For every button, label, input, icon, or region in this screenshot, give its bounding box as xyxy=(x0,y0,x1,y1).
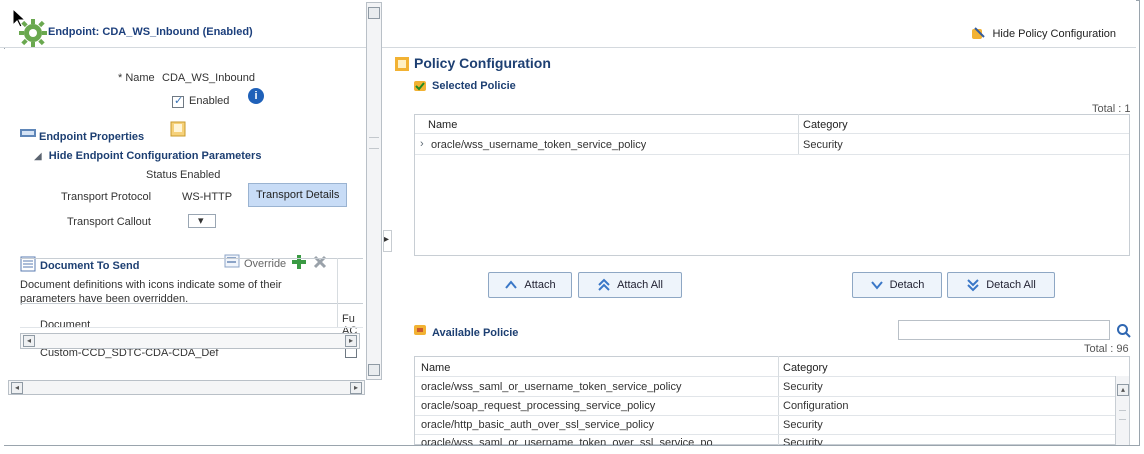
available-table-row-line xyxy=(415,415,1115,416)
available-total: Total : 96 xyxy=(1084,343,1129,355)
transport-details-label: Transport Details xyxy=(256,189,340,201)
available-table-column-divider xyxy=(778,356,779,445)
header-bar: Endpoint: CDA_WS_Inbound (Enabled) Hide … xyxy=(0,0,1136,48)
hide-endpoint-config-link[interactable]: ◢ Hide Endpoint Configuration Parameters xyxy=(34,150,261,162)
selected-table-row-line xyxy=(415,154,1129,155)
selected-policies-table xyxy=(414,114,1130,256)
attach-all-button[interactable]: Attach All xyxy=(578,272,682,298)
down-arrow-icon[interactable] xyxy=(368,364,380,376)
detach-all-icon xyxy=(966,278,980,292)
left-arrow-icon[interactable]: ◂ xyxy=(11,382,23,394)
endpoint-properties-heading: Endpoint Properties xyxy=(39,131,145,143)
transport-protocol-value: WS-HTTP xyxy=(182,191,233,203)
selected-name-column-header: Name xyxy=(428,119,458,131)
attach-button[interactable]: Attach xyxy=(488,272,572,298)
available-policy-row-category: Configuration xyxy=(783,400,849,412)
name-value: CDA_WS_Inbound xyxy=(162,72,255,84)
status-value: Enabled xyxy=(180,169,221,181)
available-policies-heading: Available Policie xyxy=(432,327,519,339)
available-policy-row-name[interactable]: oracle/wss_saml_or_username_token_over_s… xyxy=(421,437,775,445)
up-arrow-icon[interactable]: ▴ xyxy=(1117,384,1129,396)
available-policies-icon xyxy=(414,325,426,335)
document-table-header xyxy=(20,258,363,304)
policy-icon xyxy=(972,27,986,39)
info-icon[interactable]: i xyxy=(248,88,264,104)
detach-all-label: Detach All xyxy=(986,279,1036,291)
available-policies-search-input[interactable] xyxy=(898,320,1110,340)
panel-toggle-button[interactable] xyxy=(383,230,392,252)
transport-callout-label: Transport Callout xyxy=(67,216,151,228)
attach-all-label: Attach All xyxy=(617,279,663,291)
selected-table-header-line xyxy=(415,133,1129,134)
triangle-down-icon: ◢ xyxy=(34,151,42,162)
detach-label: Detach xyxy=(889,279,925,291)
available-policy-row-name[interactable]: oracle/wss_saml_or_username_token_servic… xyxy=(421,381,775,393)
available-policy-row-category: Security xyxy=(783,381,823,393)
enabled-label: Enabled xyxy=(189,95,230,107)
name-label: * Name xyxy=(118,72,155,84)
selected-policies-heading: Selected Policie xyxy=(432,80,516,92)
available-policy-row-category: Security xyxy=(783,437,823,445)
policy-configuration-icon xyxy=(395,57,409,71)
available-name-column-header: Name xyxy=(421,362,451,374)
selected-policies-icon xyxy=(414,81,426,91)
scrollbar-grip[interactable] xyxy=(369,137,379,149)
status-label: Status xyxy=(146,169,178,181)
selected-table-column-divider xyxy=(798,114,799,154)
attach-label: Attach xyxy=(524,279,556,291)
gear-icon xyxy=(19,19,47,47)
left-panel-vertical-scrollbar[interactable] xyxy=(366,2,382,380)
right-arrow-icon[interactable]: ▸ xyxy=(345,335,357,347)
scrollbar-grip[interactable] xyxy=(1119,410,1126,420)
transport-callout-select[interactable] xyxy=(188,214,216,228)
available-policy-row-name[interactable]: oracle/http_basic_auth_over_ssl_service_… xyxy=(421,419,775,431)
selected-policy-row-category: Security xyxy=(803,139,843,151)
selected-category-column-header: Category xyxy=(803,119,848,131)
available-category-column-header: Category xyxy=(783,362,828,374)
hide-policy-configuration-label: Hide Policy Configuration xyxy=(992,28,1116,40)
detach-icon xyxy=(870,278,884,292)
hide-endpoint-config-label: Hide Endpoint Configuration Parameters xyxy=(48,150,262,162)
left-panel-horizontal-scrollbar[interactable]: ◂ ▸ xyxy=(8,380,365,395)
document-table-row[interactable] xyxy=(20,304,363,328)
available-table-vertical-scrollbar[interactable]: ▴ xyxy=(1115,376,1129,445)
transport-protocol-label: Transport Protocol xyxy=(61,191,152,203)
transport-details-button[interactable]: Transport Details xyxy=(248,183,348,207)
up-arrow-icon[interactable] xyxy=(368,7,380,19)
row-expand-icon[interactable]: › xyxy=(420,138,424,150)
detach-button[interactable]: Detach xyxy=(852,272,942,298)
hide-policy-configuration-link[interactable]: Hide Policy Configuration xyxy=(970,26,1116,42)
endpoint-title: Endpoint: CDA_WS_Inbound (Enabled) xyxy=(48,26,253,38)
left-arrow-icon[interactable]: ◂ xyxy=(23,335,35,347)
available-policy-row-category: Security xyxy=(783,419,823,431)
name-label-text: * Name xyxy=(118,72,155,84)
available-table-row-line xyxy=(415,434,1115,435)
available-table-header-line xyxy=(415,376,1129,377)
search-icon[interactable] xyxy=(1116,323,1132,339)
detach-all-button[interactable]: Detach All xyxy=(947,272,1055,298)
attach-all-icon xyxy=(597,278,611,292)
enabled-checkbox[interactable] xyxy=(172,94,184,108)
selected-policy-row-name: oracle/wss_username_token_service_policy xyxy=(431,139,647,151)
properties-icon xyxy=(20,129,36,137)
right-arrow-icon[interactable]: ▸ xyxy=(350,382,362,394)
available-policy-row-name[interactable]: oracle/soap_request_processing_service_p… xyxy=(421,400,775,412)
available-table-row-line xyxy=(415,396,1115,397)
override-badge-icon xyxy=(170,121,186,137)
attach-icon xyxy=(504,278,518,292)
document-table-horizontal-scrollbar[interactable]: ◂ ▸ xyxy=(20,333,360,349)
policy-configuration-heading: Policy Configuration xyxy=(414,55,551,71)
